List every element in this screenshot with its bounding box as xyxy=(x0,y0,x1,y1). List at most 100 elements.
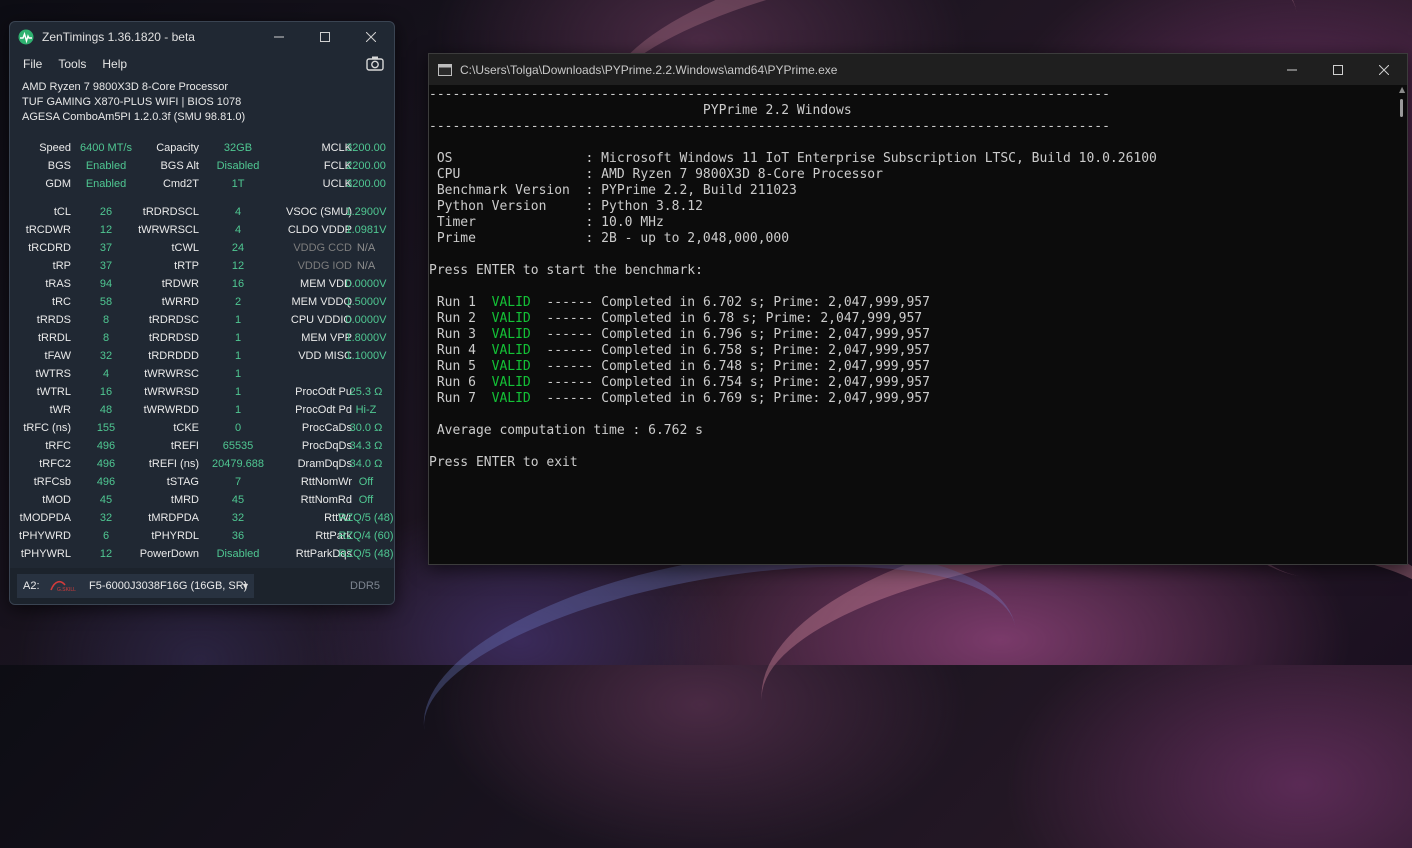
run-result: ------ Completed in 6.702 s; Prime: 2,04… xyxy=(530,295,930,310)
voltage-value: Hi-Z xyxy=(355,404,377,416)
minimize-button[interactable] xyxy=(256,22,302,52)
timing-label: Capacity xyxy=(156,142,199,154)
timing-label: tWTRL xyxy=(36,386,71,398)
system-info: AMD Ryzen 7 9800X3D 8-Core Processor TUF… xyxy=(10,76,394,132)
run-label: Run 6 xyxy=(429,375,492,390)
timing-row: BGS Enabled BGS Alt Disabled FCLK 2200.00 xyxy=(10,157,394,175)
timing-row: tRP 37 tRTP 12 VDDG IOD N/A xyxy=(10,257,394,275)
timing-label: tPHYRDL xyxy=(151,530,199,542)
voltage-value: 0.0000V xyxy=(345,314,387,326)
timing-value: 1 xyxy=(234,386,242,398)
valid-status: VALID xyxy=(491,311,531,326)
console-line: Benchmark Version : PYPrime 2.2, Build 2… xyxy=(429,183,797,198)
voltage-value: 3200.00 xyxy=(346,142,386,154)
timing-label: tRRDS xyxy=(36,314,71,326)
timing-row: tRFC 496 tREFI 65535 ProcDqDs 34.3 Ω xyxy=(10,437,394,455)
timing-label: PowerDown xyxy=(139,548,199,560)
console-line: Press ENTER to start the benchmark: xyxy=(429,263,703,278)
voltage-value: RZQ/5 (48) xyxy=(338,512,394,524)
voltage-value: N/A xyxy=(356,242,376,254)
timing-value: 1 xyxy=(234,332,242,344)
timing-value: 12 xyxy=(99,548,113,560)
timing-label: tRP xyxy=(52,260,71,272)
voltage-value: 30.0 Ω xyxy=(349,422,383,434)
timing-label: tRFC xyxy=(45,440,71,452)
timing-value: 1T xyxy=(231,178,245,190)
timing-value: Disabled xyxy=(216,160,260,172)
timing-value: 16 xyxy=(99,386,113,398)
console-line: Run 3 VALID ------ Completed in 6.796 s;… xyxy=(429,327,930,343)
timing-row: tWR 48 tWRWRDD 1 ProcOdt Pd Hi-Z xyxy=(10,401,394,419)
timing-label: tRCDWR xyxy=(25,224,71,236)
timing-label: tRTP xyxy=(174,260,199,272)
timing-value: 7 xyxy=(234,476,242,488)
timing-label: tRFCsb xyxy=(33,476,71,488)
voltage-value: N/A xyxy=(356,260,376,272)
valid-status: VALID xyxy=(491,391,531,406)
timing-value: 37 xyxy=(99,242,113,254)
chevron-down-icon: ▼ xyxy=(241,581,250,591)
timing-value: 4 xyxy=(234,224,242,236)
console-titlebar[interactable]: C:\Users\Tolga\Downloads\PYPrime.2.2.Win… xyxy=(429,54,1407,85)
console-line: Press ENTER to exit xyxy=(429,455,578,470)
run-label: Run 4 xyxy=(429,343,492,358)
run-label: Run 1 xyxy=(429,295,492,310)
timing-label: tMODPDA xyxy=(19,512,71,524)
menu-help[interactable]: Help xyxy=(102,57,127,71)
screenshot-camera-icon[interactable] xyxy=(366,55,384,71)
valid-status: VALID xyxy=(491,359,531,374)
timing-label: tRDRDSD xyxy=(148,332,199,344)
timing-label: tCKE xyxy=(173,422,199,434)
menu-file[interactable]: File xyxy=(23,57,42,71)
console-output[interactable]: ----------------------------------------… xyxy=(429,85,1397,564)
run-result: ------ Completed in 6.758 s; Prime: 2,04… xyxy=(530,343,930,358)
timing-row: tRCDRD 37 tCWL 24 VDDG CCD N/A xyxy=(10,239,394,257)
timing-label: tWRWRSCL xyxy=(138,224,199,236)
console-line: Run 1 VALID ------ Completed in 6.702 s;… xyxy=(429,295,930,311)
console-line: PYPrime 2.2 Windows xyxy=(429,103,852,118)
voltage-value: 1.0981V xyxy=(345,224,387,236)
timing-label: tRRDL xyxy=(37,332,71,344)
timing-value: 6400 MT/s xyxy=(80,142,132,154)
timing-row: tMOD 45 tMRD 45 RttNomRd Off xyxy=(10,491,394,509)
run-label: Run 7 xyxy=(429,391,492,406)
timing-label: Speed xyxy=(39,142,71,154)
zentimings-logo-icon xyxy=(18,29,34,45)
window-title: ZenTimings 1.36.1820 - beta xyxy=(42,30,195,44)
timing-value: 496 xyxy=(96,476,116,488)
timing-label: tRDWR xyxy=(161,278,199,290)
timing-value: 4 xyxy=(102,368,110,380)
minimize-button[interactable] xyxy=(1269,54,1315,85)
voltage-value: 1.5000V xyxy=(345,296,387,308)
voltage-value: RZQ/5 (48) xyxy=(338,548,394,560)
timing-value: 45 xyxy=(231,494,245,506)
run-result: ------ Completed in 6.796 s; Prime: 2,04… xyxy=(530,327,930,342)
zentimings-titlebar[interactable]: ZenTimings 1.36.1820 - beta xyxy=(10,22,394,52)
timing-value: 94 xyxy=(99,278,113,290)
scroll-up-arrow-icon[interactable]: ▲ xyxy=(1399,85,1405,94)
maximize-button[interactable] xyxy=(302,22,348,52)
maximize-button[interactable] xyxy=(1315,54,1361,85)
voltage-value: 34.0 Ω xyxy=(349,458,383,470)
timing-label: tRAS xyxy=(45,278,71,290)
menu-tools[interactable]: Tools xyxy=(58,57,86,71)
timing-row: GDM Enabled Cmd2T 1T UCLK 3200.00 xyxy=(10,175,394,193)
timing-label: tFAW xyxy=(44,350,71,362)
timing-row: tMODPDA 32 tMRDPDA 32 RttWr RZQ/5 (48) xyxy=(10,509,394,527)
timing-label: BGS Alt xyxy=(160,160,199,172)
close-button[interactable] xyxy=(348,22,394,52)
timing-label: tRDRDSC xyxy=(148,314,199,326)
dimm-slot-label: A2: xyxy=(23,580,40,592)
timing-value: Enabled xyxy=(85,178,127,190)
timing-row: tWTRL 16 tWRWRSD 1 ProcOdt Pu 25.3 Ω xyxy=(10,383,394,401)
dimm-selector[interactable]: A2: G.SKILL F5-6000J3038F16G (16GB, SR) … xyxy=(17,574,254,598)
console-scrollbar[interactable]: ▲ xyxy=(1397,85,1407,564)
scrollbar-thumb[interactable] xyxy=(1400,99,1403,117)
timing-value: Disabled xyxy=(216,548,260,560)
voltage-value: 1.1000V xyxy=(345,350,387,362)
timing-value: 12 xyxy=(231,260,245,272)
close-button[interactable] xyxy=(1361,54,1407,85)
timing-label: tCWL xyxy=(171,242,200,254)
maximize-icon xyxy=(320,32,330,42)
timing-row: tRRDS 8 tRDRDSC 1 CPU VDDIO 0.0000V xyxy=(10,311,394,329)
